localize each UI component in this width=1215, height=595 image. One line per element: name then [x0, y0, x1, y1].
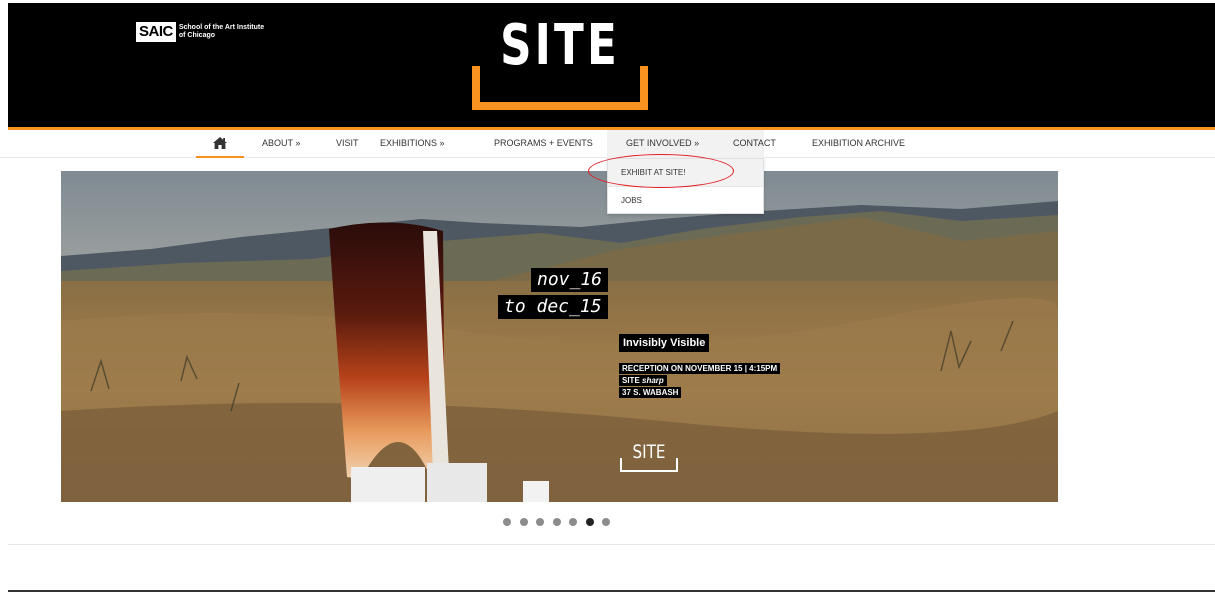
- slide-address: 37 S. WABASH: [619, 387, 682, 398]
- dropdown-jobs[interactable]: JOBS: [608, 186, 763, 213]
- saic-logo-text: School of the Art Institute of Chicago: [179, 24, 264, 40]
- slider-pagination: [503, 518, 610, 526]
- slider-dot-6[interactable]: [585, 518, 594, 526]
- get-involved-dropdown: EXHIBIT AT SITE! JOBS: [607, 158, 764, 214]
- main-nav: ABOUT » VISIT EXHIBITIONS » PROGRAMS + E…: [0, 130, 1215, 158]
- nav-visit[interactable]: VISIT: [336, 130, 359, 158]
- saic-name-line1: School of the Art Institute: [178, 24, 265, 31]
- slide-venue-sharp: sharp: [642, 376, 664, 385]
- nav-exhibition-archive[interactable]: EXHIBITION ARCHIVE: [812, 130, 905, 158]
- slide-date-start: nov_16: [531, 268, 609, 292]
- slider-dot-7[interactable]: [602, 518, 610, 526]
- nav-contact[interactable]: CONTACT: [733, 130, 776, 158]
- slide-venue-name: SITE: [622, 376, 643, 385]
- footer-divider: [8, 590, 1215, 592]
- saic-logo-mark: SAIC: [136, 22, 176, 42]
- content-divider: [8, 544, 1215, 545]
- dropdown-exhibit-at-site[interactable]: EXHIBIT AT SITE!: [608, 159, 763, 186]
- nav-programs-events[interactable]: PROGRAMS + EVENTS: [494, 130, 593, 158]
- nav-home[interactable]: [196, 130, 244, 158]
- slider-dot-4[interactable]: [552, 518, 561, 526]
- slider-dot-1[interactable]: [503, 518, 511, 526]
- slide-date-end: to dec_15: [498, 295, 608, 319]
- slider-dot-5[interactable]: [569, 518, 577, 526]
- saic-name-line2: of Chicago: [178, 32, 216, 39]
- slide-exhibition-title: Invisibly Visible: [619, 334, 710, 352]
- site-logo[interactable]: SITE: [472, 10, 648, 110]
- slider-dot-3[interactable]: [536, 518, 544, 526]
- slide-background-image: [61, 171, 1058, 502]
- slider-dot-2[interactable]: [519, 518, 528, 526]
- slide-site-logo: SITE: [620, 440, 678, 472]
- slide-reception-info: RECEPTION ON NOVEMBER 15 | 4:15PM: [619, 363, 781, 374]
- hero-slide[interactable]: nov_16 to dec_15 Invisibly Visible RECEP…: [61, 171, 1058, 502]
- nav-about[interactable]: ABOUT »: [262, 130, 300, 158]
- slide-site-logo-bracket: [620, 458, 678, 472]
- slide-venue: SITE sharp: [619, 375, 667, 386]
- nav-exhibitions[interactable]: EXHIBITIONS »: [380, 130, 445, 158]
- saic-logo[interactable]: SAIC School of the Art Institute of Chic…: [136, 22, 264, 42]
- site-logo-bracket: [472, 66, 648, 110]
- home-icon: [213, 137, 227, 149]
